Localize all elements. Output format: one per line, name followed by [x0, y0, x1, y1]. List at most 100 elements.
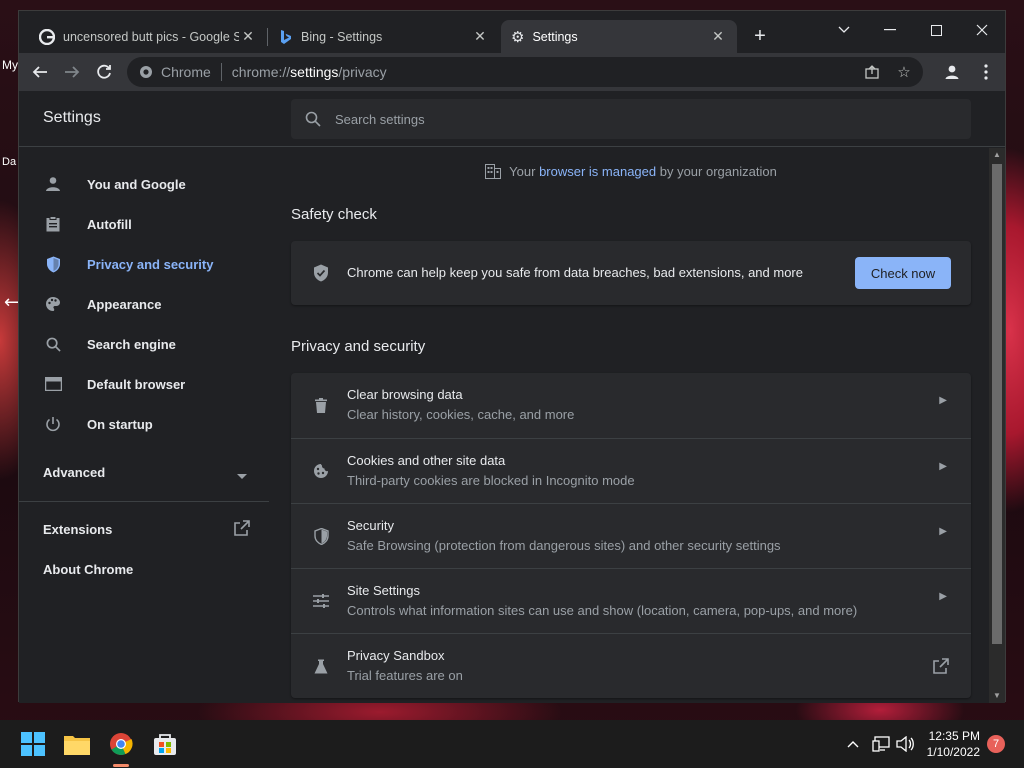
chevron-up-icon[interactable]	[840, 729, 866, 759]
sidebar-item-extensions[interactable]: Extensions	[19, 509, 269, 549]
reload-button[interactable]	[91, 59, 117, 85]
close-icon[interactable]: ✕	[709, 28, 727, 45]
bookmark-star-icon[interactable]: ☆	[893, 61, 915, 83]
sidebar-item-privacy-and-security[interactable]: Privacy and security	[19, 244, 269, 284]
profile-avatar[interactable]	[939, 59, 965, 85]
managed-text-pre: Your	[509, 164, 540, 179]
shield-icon	[311, 526, 331, 546]
safety-check-card: Chrome can help keep you safe from data …	[291, 241, 971, 305]
kebab-menu-icon[interactable]	[973, 59, 999, 85]
arrow-right-icon: ▶	[939, 395, 947, 406]
row-security[interactable]: Security Safe Browsing (protection from …	[291, 503, 971, 568]
search-icon	[305, 111, 321, 127]
browser-icon	[43, 374, 63, 394]
notification-badge[interactable]: 7	[987, 735, 1005, 753]
back-button[interactable]	[27, 59, 53, 85]
sidebar-item-search-engine[interactable]: Search engine	[19, 324, 269, 364]
tab-bing-settings[interactable]: Bing - Settings ✕	[269, 20, 499, 53]
row-subtitle: Third-party cookies are blocked in Incog…	[347, 473, 635, 488]
sidebar-item-label: Default browser	[87, 376, 186, 392]
trash-icon	[311, 395, 331, 415]
volume-icon[interactable]	[892, 729, 918, 759]
minimize-button[interactable]	[867, 15, 913, 45]
search-input[interactable]: Search settings	[291, 99, 971, 139]
row-title: Security	[347, 518, 394, 533]
sidebar-item-label: Advanced	[43, 464, 106, 480]
desktop-icon-label[interactable]: My	[2, 58, 18, 72]
row-cookies[interactable]: Cookies and other site data Third-party …	[291, 438, 971, 503]
arrow-right-icon: ▶	[939, 526, 947, 537]
tab-title: uncensored butt pics - Google S	[63, 29, 239, 44]
row-title: Cookies and other site data	[347, 453, 506, 468]
palette-icon	[43, 294, 63, 314]
desktop-icon-label[interactable]: Da	[2, 156, 16, 168]
chevron-down-icon	[237, 468, 247, 483]
row-clear-browsing-data[interactable]: Clear browsing data Clear history, cooki…	[291, 373, 971, 438]
shield-icon	[43, 254, 63, 274]
page-title: Settings	[43, 109, 101, 126]
chrome-taskbar-icon[interactable]	[106, 729, 136, 759]
safety-check-text: Chrome can help keep you safe from data …	[347, 265, 803, 280]
row-title: Privacy Sandbox	[347, 648, 445, 663]
close-window-button[interactable]	[959, 15, 1005, 45]
shield-check-icon	[311, 263, 331, 283]
tab-search-chevron-icon[interactable]	[821, 15, 867, 45]
tab-google-search[interactable]: uncensored butt pics - Google S ✕	[29, 20, 267, 53]
sidebar-item-you-and-google[interactable]: You and Google	[19, 164, 269, 204]
sidebar-item-autofill[interactable]: Autofill	[19, 204, 269, 244]
managed-text-post: by your organization	[656, 164, 777, 179]
sidebar-item-advanced[interactable]: Advanced	[19, 452, 269, 492]
close-icon[interactable]: ✕	[471, 28, 489, 45]
network-icon[interactable]	[868, 729, 894, 759]
section-title-privacy: Privacy and security	[291, 338, 426, 355]
new-tab-button[interactable]: +	[749, 25, 771, 47]
windows-start-icon[interactable]	[18, 729, 48, 759]
safety-check-row: Chrome can help keep you safe from data …	[291, 241, 971, 305]
clock-date: 1/10/2022	[926, 745, 980, 759]
address-bar[interactable]: Chrome chrome://settings/privacy ☆	[127, 57, 923, 87]
row-privacy-sandbox[interactable]: Privacy Sandbox Trial features are on	[291, 633, 971, 698]
privacy-card: Clear browsing data Clear history, cooki…	[291, 373, 971, 698]
browser-toolbar: Chrome chrome://settings/privacy ☆	[19, 53, 1005, 91]
bing-icon	[281, 29, 291, 44]
clipboard-icon	[43, 214, 63, 234]
external-link-icon	[234, 520, 250, 539]
row-subtitle: Clear history, cookies, cache, and more	[347, 407, 575, 422]
origin-chip: Chrome	[161, 64, 211, 80]
store-icon[interactable]	[150, 729, 180, 759]
sidebar-item-label: Autofill	[87, 216, 132, 232]
sidebar-item-label: Extensions	[43, 521, 113, 537]
sidebar-item-on-startup[interactable]: On startup	[19, 404, 269, 444]
sidebar-item-label: Privacy and security	[87, 256, 214, 272]
maximize-button[interactable]	[913, 15, 959, 45]
scrollbar-thumb[interactable]	[992, 164, 1002, 644]
row-site-settings[interactable]: Site Settings Controls what information …	[291, 568, 971, 633]
system-clock[interactable]: 12:35 PM 1/10/2022	[927, 728, 980, 760]
chrome-icon	[140, 66, 152, 78]
row-subtitle: Safe Browsing (protection from dangerous…	[347, 538, 781, 553]
row-title: Clear browsing data	[347, 387, 463, 402]
forward-button[interactable]	[59, 59, 85, 85]
file-explorer-icon[interactable]	[62, 729, 92, 759]
scroll-down-arrow-icon[interactable]: ▼	[989, 689, 1005, 703]
arrow-right-icon: ▶	[939, 461, 947, 472]
sliders-icon	[311, 591, 331, 611]
page-scrollbar[interactable]: ▲ ▼	[989, 148, 1005, 703]
share-icon[interactable]	[861, 61, 883, 83]
sidebar-item-label: Appearance	[87, 296, 162, 312]
sidebar-item-appearance[interactable]: Appearance	[19, 284, 269, 324]
scroll-up-arrow-icon[interactable]: ▲	[989, 148, 1005, 162]
close-icon[interactable]: ✕	[239, 28, 257, 45]
section-title-safety-check: Safety check	[291, 206, 377, 223]
gear-icon: ⚙	[511, 28, 525, 46]
row-title: Site Settings	[347, 583, 420, 598]
sidebar-item-label: Search engine	[87, 336, 176, 352]
tab-settings[interactable]: ⚙ Settings ✕	[501, 20, 737, 53]
sidebar-item-about-chrome[interactable]: About Chrome	[19, 549, 269, 589]
google-icon	[39, 28, 55, 45]
settings-header: Settings Search settings	[19, 91, 1005, 147]
managed-link[interactable]: browser is managed	[539, 164, 656, 179]
sidebar-item-default-browser[interactable]: Default browser	[19, 364, 269, 404]
url-scheme: chrome://	[231, 64, 291, 80]
check-now-button[interactable]: Check now	[855, 257, 951, 289]
